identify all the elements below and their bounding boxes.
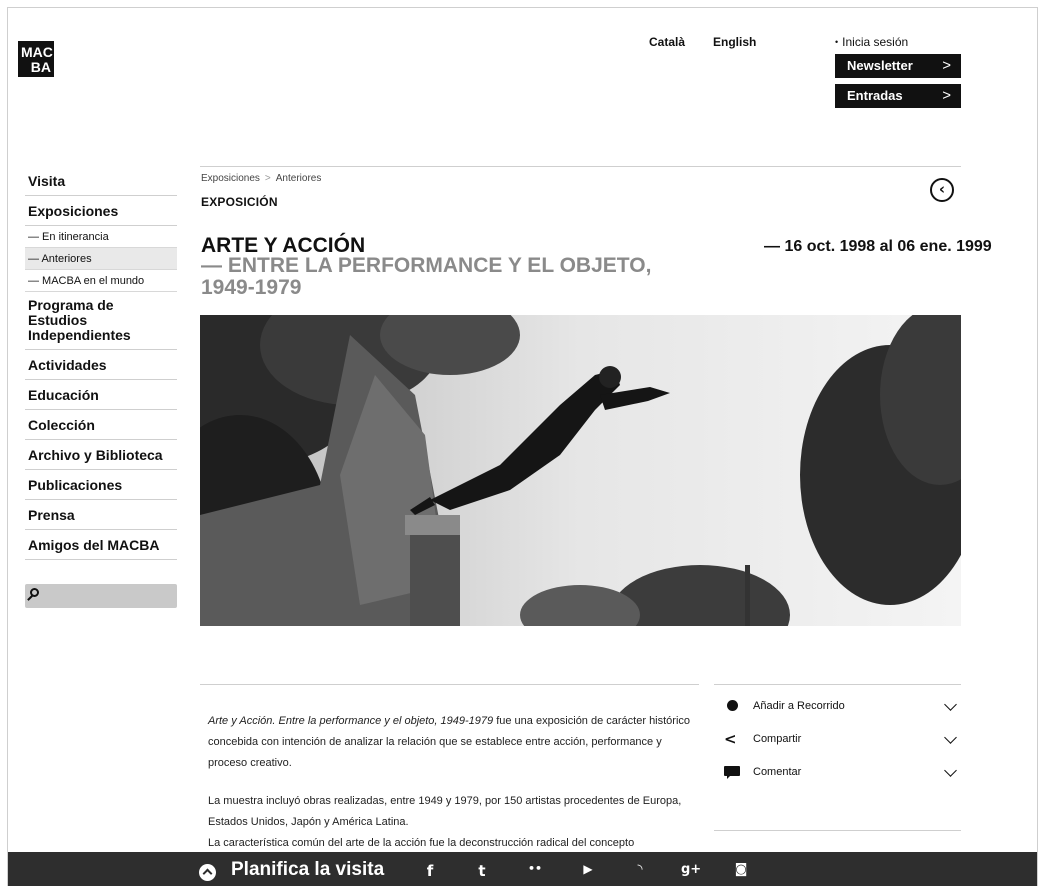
plan-visit-link[interactable]: Planifica la visita [231, 859, 384, 881]
subtitle-line-1: — ENTRE LA PERFORMANCE Y EL OBJETO, [201, 254, 652, 277]
rss-icon[interactable]: ◝ [630, 862, 650, 877]
programa-line-1: Programa de [28, 297, 114, 313]
page-title: ARTE Y ACCIÓN [201, 234, 366, 257]
comment-label: Comentar [753, 766, 802, 778]
login-link[interactable]: Inicia sesión [835, 35, 908, 49]
sidebar-item-amigos[interactable]: Amigos del MACBA [25, 530, 177, 560]
breadcrumb: Exposiciones > Anteriores [201, 173, 321, 184]
share-icon: < [724, 730, 737, 748]
instagram-icon[interactable]: ◙ [731, 862, 751, 877]
share-action[interactable]: < Compartir [724, 731, 961, 764]
google-plus-icon[interactable]: g+ [681, 862, 701, 877]
logo-line-2: BA [30, 59, 51, 75]
breadcrumb-anteriores[interactable]: Anteriores [276, 173, 322, 184]
lang-catala-link[interactable]: Català [649, 35, 685, 49]
search-icon [30, 588, 39, 597]
share-label: Compartir [753, 733, 802, 745]
sidebar-item-coleccion[interactable]: Colección [25, 410, 177, 440]
programa-line-3: Independientes [28, 327, 131, 343]
sidebar-nav: Visita Exposiciones — En itinerancia — A… [25, 166, 177, 608]
breadcrumb-separator: > [264, 173, 271, 184]
actions-divider-top [714, 684, 961, 685]
actions-panel: Añadir a Recorrido < Compartir Comentar [724, 698, 961, 797]
search-input[interactable] [25, 584, 177, 608]
bullet-icon [724, 700, 740, 712]
youtube-icon[interactable]: ▶ [578, 862, 598, 876]
comment-icon [724, 766, 740, 779]
description-paragraph-1: Arte y Acción. Entre la performance y el… [208, 711, 698, 774]
sidebar-item-publicaciones[interactable]: Publicaciones [25, 470, 177, 500]
flickr-icon[interactable]: •• [525, 862, 545, 875]
logo-line-1: MAC [21, 44, 53, 60]
lang-english-link[interactable]: English [713, 35, 756, 49]
chevron-down-icon [944, 764, 957, 777]
section-kicker: EXPOSICIÓN [201, 195, 278, 209]
sidebar-item-programa[interactable]: Programa de Estudios Independientes [25, 292, 177, 350]
chevron-down-icon [944, 731, 957, 744]
programa-line-2: Estudios [28, 312, 88, 328]
newsletter-label: Newsletter [847, 58, 913, 73]
sidebar-sub-itinerancia[interactable]: — En itinerancia [25, 226, 177, 248]
breadcrumb-exposiciones[interactable]: Exposiciones [201, 173, 260, 184]
comment-action[interactable]: Comentar [724, 764, 961, 797]
chevron-right-icon: > [942, 87, 951, 104]
add-to-route-action[interactable]: Añadir a Recorrido [724, 698, 961, 731]
tickets-label: Entradas [847, 88, 903, 103]
add-to-route-label: Añadir a Recorrido [753, 700, 845, 712]
hero-photo [200, 315, 961, 626]
page-subtitle: — ENTRE LA PERFORMANCE Y EL OBJETO, 1949… [201, 255, 721, 299]
sidebar-item-visita[interactable]: Visita [25, 166, 177, 196]
twitter-icon[interactable]: t [472, 862, 492, 880]
description-paragraph-3: La característica común del arte de la a… [208, 837, 635, 849]
actions-divider-bottom [714, 830, 961, 831]
sidebar-item-prensa[interactable]: Prensa [25, 500, 177, 530]
description-paragraph-2: La muestra incluyó obras realizadas, ent… [208, 795, 682, 828]
chevron-up-circle-icon[interactable] [199, 864, 216, 881]
footer-bar: Planifica la visita f t •• ▶ ◝ g+ ◙ [8, 852, 1037, 886]
chevron-right-icon: > [942, 57, 951, 74]
chevron-left-icon: ‹ [938, 180, 946, 198]
body-divider [200, 684, 699, 685]
back-button[interactable]: ‹ [930, 178, 954, 202]
chevron-down-icon [944, 698, 957, 711]
content-top-divider [200, 166, 961, 167]
sidebar-item-archivo[interactable]: Archivo y Biblioteca [25, 440, 177, 470]
sidebar-sub-macba-mundo[interactable]: — MACBA en el mundo [25, 270, 177, 292]
subtitle-line-2: 1949-1979 [201, 276, 302, 299]
facebook-icon[interactable]: f [420, 862, 440, 880]
macba-logo[interactable]: MAC BA [18, 41, 54, 77]
description-title-italic: Arte y Acción. Entre la performance y el… [208, 715, 494, 727]
newsletter-button[interactable]: Newsletter > [835, 54, 961, 78]
hero-photo-illustration [200, 315, 961, 626]
sidebar-item-educacion[interactable]: Educación [25, 380, 177, 410]
exhibition-description: Arte y Acción. Entre la performance y el… [208, 711, 698, 854]
tickets-button[interactable]: Entradas > [835, 84, 961, 108]
sidebar-sub-anteriores[interactable]: — Anteriores [25, 248, 177, 270]
sidebar-item-exposiciones[interactable]: Exposiciones [25, 196, 177, 226]
page-frame: MAC BA Català English Inicia sesión News… [7, 7, 1038, 886]
exhibition-dates: — 16 oct. 1998 al 06 ene. 1999 [764, 238, 992, 255]
sidebar-item-actividades[interactable]: Actividades [25, 350, 177, 380]
